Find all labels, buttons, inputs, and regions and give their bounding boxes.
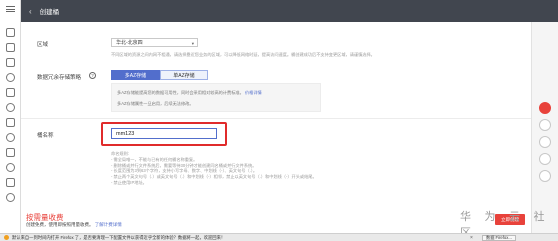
- billing-bar: 按需量收费 创建免费，使用即按照用量收费。 了解计费详情 立即创建: [21, 207, 531, 233]
- feedback-icon[interactable]: [539, 102, 551, 114]
- redundancy-label: 数据冗余存储策略: [37, 75, 82, 81]
- security-icon[interactable]: [6, 148, 15, 157]
- play-icon[interactable]: [6, 163, 15, 172]
- page-title: 创建桶: [39, 9, 60, 16]
- database-icon[interactable]: [6, 178, 15, 187]
- right-float-toolbar: [531, 22, 558, 233]
- bucket-name-label: 桶名称: [37, 133, 54, 139]
- billing-details-link[interactable]: 了解计费详情: [95, 222, 122, 227]
- notification-icon[interactable]: [539, 136, 551, 148]
- menu-icon[interactable]: [3, 4, 18, 14]
- page-header: ‹ 创建桶: [21, 0, 558, 22]
- region-select-value: 华北-北京四: [116, 40, 143, 46]
- highlight-box: [101, 122, 227, 146]
- redundancy-info-line2: 多AZ存储属性一旦启用，后续无法修改。: [117, 101, 194, 106]
- help-icon[interactable]: [539, 119, 551, 131]
- region-select[interactable]: 华北-北京四 ▾: [111, 38, 198, 47]
- create-bucket-form: 区域 华北-北京四 ▾ 不同区域的资源之间内网不相通，请选择靠近您业务的区域，可…: [21, 22, 531, 233]
- billing-description: 创建免费，使用即按照用量收费。 了解计费详情: [26, 222, 122, 227]
- monitor-icon[interactable]: [6, 103, 15, 112]
- record-icon[interactable]: [6, 73, 15, 82]
- firefox-icon: [4, 235, 9, 240]
- browser-notification-bar: 默认来自一到时间内打开 Firefox 了，是否要清理一下配置文件以获得近乎全新…: [0, 233, 558, 241]
- network-icon[interactable]: [6, 118, 15, 127]
- naming-rule: - 禁止使用IP地址。: [111, 179, 147, 185]
- chevron-down-icon: ▾: [191, 41, 194, 46]
- back-to-top-icon[interactable]: [539, 170, 551, 182]
- price-details-link[interactable]: 价格详情: [245, 90, 262, 95]
- globe-icon[interactable]: [6, 133, 15, 142]
- single-az-option[interactable]: 单AZ存储: [160, 70, 208, 80]
- chevron-left-icon[interactable]: ‹: [29, 7, 32, 16]
- storage-icon[interactable]: [6, 88, 15, 97]
- document-icon[interactable]: [6, 58, 15, 67]
- close-icon[interactable]: ×: [470, 235, 473, 241]
- question-circle-icon[interactable]: ?: [89, 72, 96, 79]
- notification-message: 默认来自一到时间内打开 Firefox 了，是否要清理一下配置文件以获得近乎全新…: [12, 234, 226, 240]
- compute-icon[interactable]: [6, 43, 15, 52]
- taskbar-item[interactable]: 数据 Firefox...: [482, 234, 516, 241]
- redundancy-info: 多AZ存储能提高您的数据可用性，同时会采用相对较高的计费标准。 价格详情 多AZ…: [111, 83, 321, 112]
- left-navigation: [0, 0, 21, 233]
- service-icon[interactable]: [539, 153, 551, 165]
- cloud-service-icon[interactable]: [6, 28, 15, 37]
- multi-az-option[interactable]: 多AZ存储: [111, 70, 160, 80]
- divider: [21, 118, 531, 119]
- region-hint: 不同区域的资源之间内网不相通，请选择靠近您业务的区域，可以降低网络时延，提高访问…: [111, 52, 375, 57]
- redundancy-info-line1: 多AZ存储能提高您的数据可用性，同时会采用相对较高的计费标准。 价格详情: [117, 90, 262, 95]
- region-label: 区域: [37, 42, 49, 48]
- naming-rules: 命名规则: - 需全局唯一，不能与已有的任何桶名称重复。 - 删除桶或并行文件系…: [111, 151, 317, 186]
- settings-icon[interactable]: [6, 193, 15, 202]
